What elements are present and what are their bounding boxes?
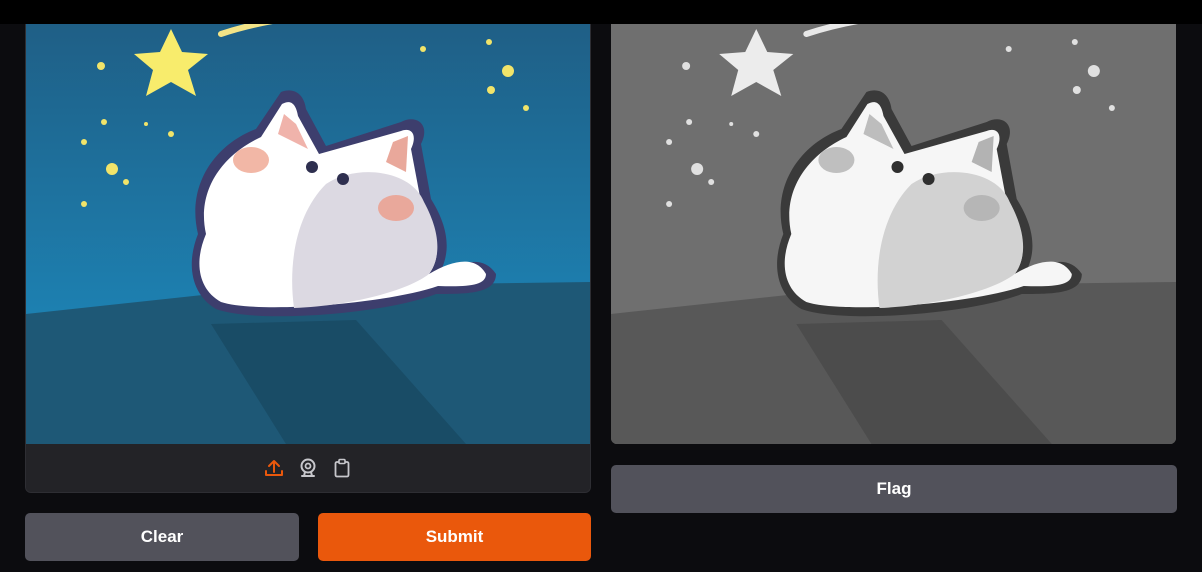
input-source-toolbar (26, 444, 590, 492)
input-image[interactable] (26, 24, 590, 444)
submit-button[interactable]: Submit (318, 513, 591, 561)
clear-button[interactable]: Clear (25, 513, 299, 561)
flag-button[interactable]: Flag (611, 465, 1177, 513)
output-image (611, 24, 1176, 444)
webcam-icon[interactable] (298, 458, 318, 478)
top-bar (0, 0, 1202, 24)
upload-icon[interactable] (264, 458, 284, 478)
input-image-panel (25, 24, 591, 493)
clipboard-icon[interactable] (332, 458, 352, 478)
